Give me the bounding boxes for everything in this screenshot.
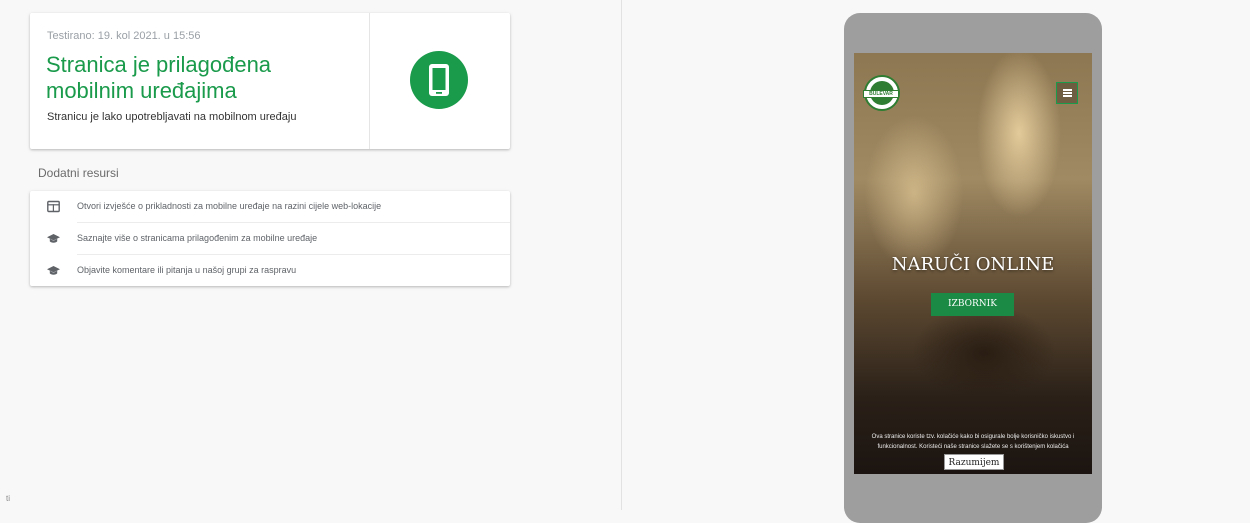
menu-line (1063, 89, 1072, 91)
resources-heading: Dodatni resursi (38, 166, 119, 180)
site-logo[interactable]: BULEVAR (863, 75, 900, 111)
corner-text: ti (6, 494, 10, 503)
graduation-cap-icon (47, 264, 60, 277)
hamburger-menu-icon[interactable] (1056, 82, 1078, 104)
menu-button[interactable]: IZBORNIK (931, 293, 1014, 316)
phone-frame: BULEVAR NARUČI ONLINE IZBORNIK Ova stran… (844, 13, 1102, 523)
resource-link-label: Saznajte više o stranicama prilagođenim … (77, 233, 318, 243)
resource-link-label: Otvori izvješće o prikladnosti za mobiln… (77, 201, 382, 211)
cookie-notice-text: Ova stranice koriste tzv. kolačiće kako … (871, 434, 1075, 450)
resource-link-label: Objavite komentare ili pitanja u našoj g… (77, 265, 297, 275)
resources-card: Otvori izvješće o prikladnosti za mobiln… (30, 191, 510, 286)
cookie-accept-button[interactable]: Razumijem (944, 454, 1004, 470)
resource-link-learn-more[interactable]: Saznajte više o stranicama prilagođenim … (30, 223, 510, 254)
card-divider (369, 13, 370, 149)
results-pane: Testirano: 19. kol 2021. u 15:56 Stranic… (0, 0, 621, 510)
menu-line (1063, 95, 1072, 97)
result-text-area: Testirano: 19. kol 2021. u 15:56 Stranic… (30, 13, 369, 149)
tested-timestamp: Testirano: 19. kol 2021. u 15:56 (47, 30, 201, 42)
resource-link-discussion-group[interactable]: Objavite komentare ili pitanja u našoj g… (30, 255, 510, 286)
result-card: Testirano: 19. kol 2021. u 15:56 Stranic… (30, 13, 510, 149)
hero-heading: NARUČI ONLINE (891, 254, 1055, 275)
menu-line (1063, 92, 1072, 94)
preview-pane: BULEVAR NARUČI ONLINE IZBORNIK Ova stran… (622, 0, 1250, 523)
result-title: Stranica je prilagođena mobilnim uređaji… (46, 52, 272, 103)
mobile-phone-icon (410, 51, 468, 109)
resource-link-site-report[interactable]: Otvori izvješće o prikladnosti za mobiln… (30, 191, 510, 222)
graduation-cap-icon (47, 232, 60, 245)
logo-banner: BULEVAR (863, 90, 899, 98)
logo-text: BULEVAR (869, 91, 893, 97)
result-subtitle: Stranicu je lako upotrebljavati na mobil… (47, 111, 297, 123)
phone-screen[interactable]: BULEVAR NARUČI ONLINE IZBORNIK Ova stran… (854, 53, 1092, 474)
report-icon (47, 200, 60, 213)
